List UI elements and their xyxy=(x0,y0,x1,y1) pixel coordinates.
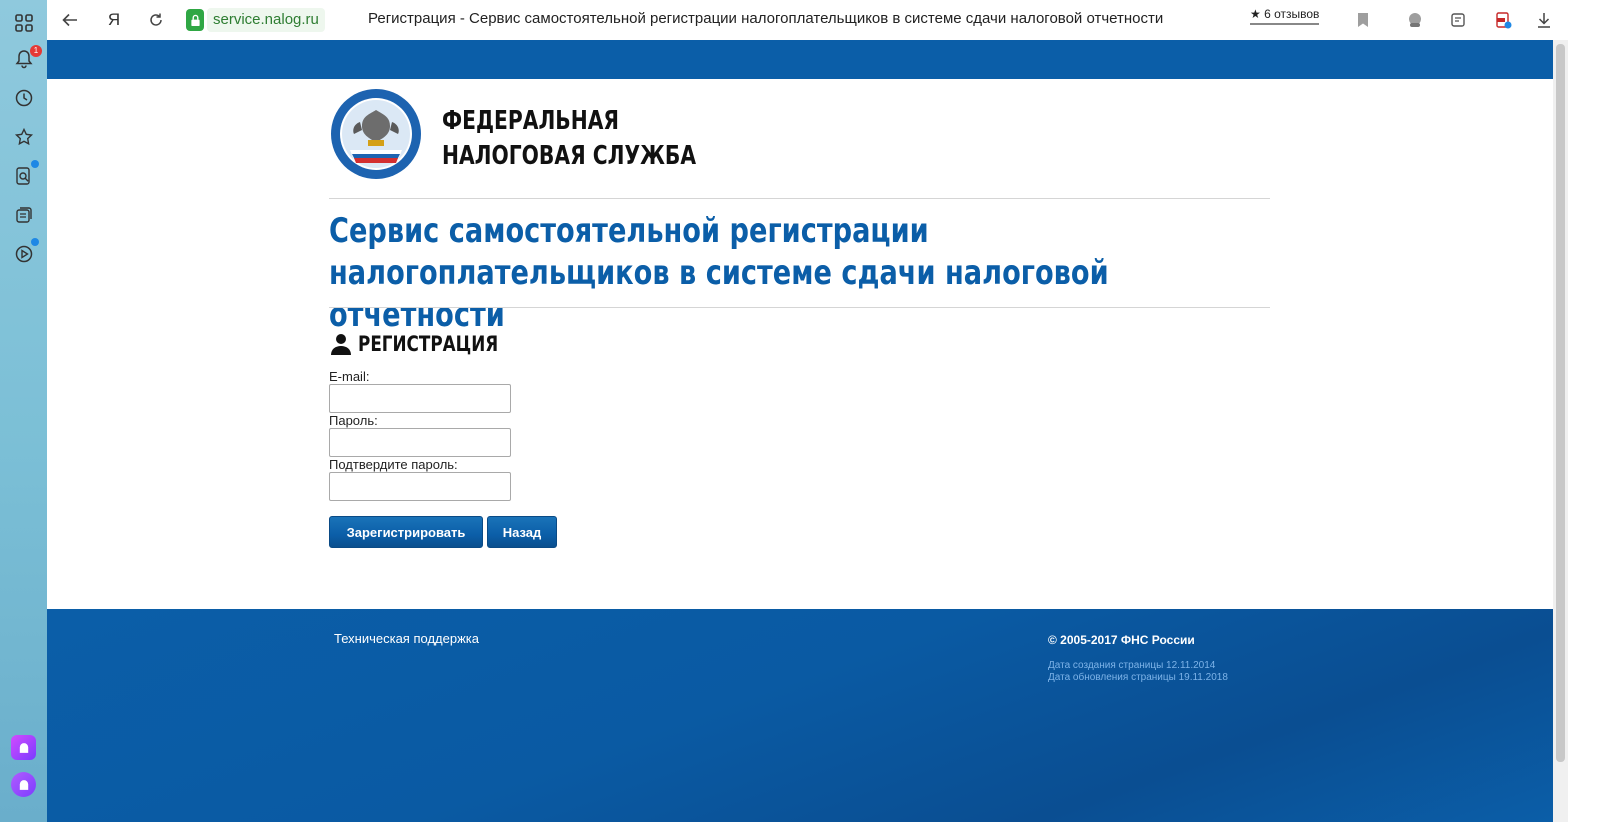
tech-support-link[interactable]: Техническая поддержка xyxy=(334,631,479,646)
collections-icon[interactable] xyxy=(11,202,37,228)
copyright-text: © 2005-2017 ФНС России xyxy=(1048,633,1195,647)
page-content xyxy=(47,79,1553,609)
site-footer xyxy=(47,609,1553,822)
site-top-band xyxy=(47,40,1553,79)
yandex-logo-icon[interactable]: Я xyxy=(102,8,126,32)
user-icon xyxy=(331,334,351,355)
browser-toolbar: Я service.nalog.ru Регистрация - Сервис … xyxy=(47,0,1600,40)
divider xyxy=(329,198,1270,199)
page-updated-date: Дата обновления страницы 19.11.2018 xyxy=(1048,672,1228,683)
back-arrow-icon[interactable] xyxy=(58,8,82,32)
reader-extension-icon[interactable] xyxy=(1446,8,1470,32)
browser-edge xyxy=(1568,0,1600,822)
registration-heading-text: РЕГИСТРАЦИЯ xyxy=(358,332,499,356)
history-clock-icon[interactable] xyxy=(11,85,37,111)
password-label: Пароль: xyxy=(329,413,378,428)
password-field[interactable] xyxy=(329,428,511,457)
address-bar-host[interactable]: service.nalog.ru xyxy=(207,8,325,32)
page-created-date: Дата создания страницы 12.11.2014 xyxy=(1048,660,1216,671)
email-label: E-mail: xyxy=(329,369,370,384)
bookmark-flag-icon[interactable] xyxy=(1351,8,1375,32)
registration-heading: РЕГИСТРАЦИЯ xyxy=(329,332,533,356)
notification-count-badge: 1 xyxy=(30,45,42,57)
download-icon[interactable] xyxy=(1532,8,1556,32)
page-title: Сервис самостоятельной регистрации налог… xyxy=(329,211,1109,335)
browser-sidebar: 1 xyxy=(0,0,47,822)
scrollbar-thumb[interactable] xyxy=(1556,44,1565,762)
divider xyxy=(329,307,1270,308)
reload-icon[interactable] xyxy=(144,8,168,32)
apps-grid-icon[interactable] xyxy=(11,10,37,36)
confirm-password-label: Подтвердите пароль: xyxy=(329,457,458,472)
bookmarks-star-icon[interactable] xyxy=(11,124,37,150)
org-name-line2: НАЛОГОВАЯ СЛУЖБА xyxy=(442,141,697,171)
back-button[interactable]: Назад xyxy=(487,516,557,548)
confirm-password-field[interactable] xyxy=(329,472,511,501)
vpn-extension-icon[interactable] xyxy=(1403,8,1427,32)
page-tab-title[interactable]: Регистрация - Сервис самостоятельной рег… xyxy=(368,10,1163,27)
alice-assistant-icon[interactable] xyxy=(11,772,36,797)
email-field[interactable] xyxy=(329,384,511,413)
update-dot xyxy=(31,160,39,168)
pdf-extension-icon[interactable] xyxy=(1491,8,1515,32)
site-reviews-link[interactable]: ★ 6 отзывов xyxy=(1250,7,1320,25)
org-name: ФЕДЕРАЛЬНАЯ НАЛОГОВАЯ СЛУЖБА xyxy=(442,104,696,174)
secure-lock-icon[interactable] xyxy=(186,9,204,31)
fns-emblem-logo[interactable] xyxy=(330,88,422,180)
update-dot xyxy=(31,238,39,246)
org-name-line1: ФЕДЕРАЛЬНАЯ xyxy=(442,106,620,136)
register-button[interactable]: Зарегистрировать xyxy=(329,516,483,548)
alice-app-icon[interactable] xyxy=(11,735,36,760)
